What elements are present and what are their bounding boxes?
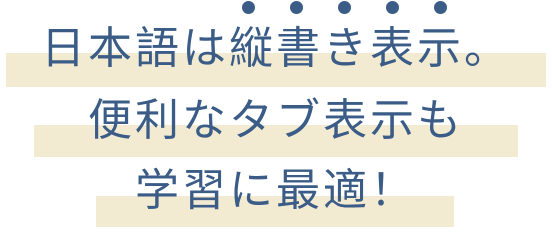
emphasis-dot xyxy=(242,1,255,14)
emphasis-dot xyxy=(290,1,303,14)
headline-line-3: 学習に最適！ xyxy=(135,165,417,216)
emphasis-dot xyxy=(386,1,399,14)
emphasis-dots xyxy=(0,0,552,20)
headline-line-2: 便利なタブ表示も xyxy=(88,95,464,146)
headline-line-1: 日本語は縦書き表示。 xyxy=(41,23,511,74)
promo-banner: 日本語は縦書き表示。 便利なタブ表示も 学習に最適！ xyxy=(0,0,552,232)
emphasis-dot xyxy=(434,1,447,14)
emphasis-dot xyxy=(338,1,351,14)
